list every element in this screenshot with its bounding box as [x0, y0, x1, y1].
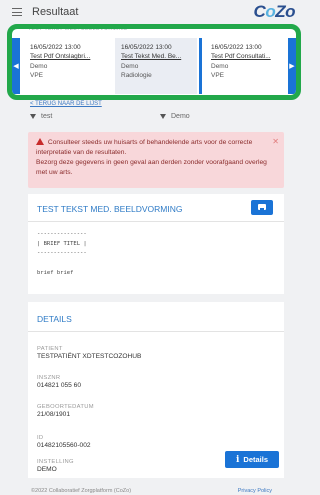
card-type: VPE [211, 72, 225, 80]
logo-text-left: C [253, 2, 266, 21]
field-value: 014821 055 60 [37, 382, 82, 389]
filter-chip[interactable]: Demo [160, 113, 190, 120]
field-label: INSZNR [37, 375, 61, 381]
close-icon[interactable]: ✕ [272, 136, 279, 148]
detail-field-insznr: INSZNR 014821 055 60 [37, 375, 81, 389]
field-value: DEMO [37, 466, 57, 473]
divider [28, 331, 284, 332]
field-value: 21/08/1901 [37, 411, 71, 418]
filter-bar: test Demo [30, 113, 280, 125]
alert-text-2: Bezorg deze gegevens in geen geval aan d… [36, 159, 267, 177]
filter-label: test [41, 113, 53, 120]
footer-copyright: ©2022 Collaboratief Zorgplatform (CoZo) [31, 488, 132, 494]
privacy-policy-link[interactable]: Privacy Policy [238, 488, 272, 494]
document-carousel: TEST TEKST MED. BEELDVORMING ◀ 16/05/202… [7, 24, 301, 100]
carousel-card[interactable]: 16/05/2022 13:00 Test Pdf Consultati... … [205, 38, 287, 94]
hamburger-menu-icon[interactable] [12, 8, 22, 16]
detail-field-birthdate: GEBOORTEDATUM 21/08/1901 [37, 404, 94, 418]
card-name: Test Tekst Med. Be... [121, 53, 182, 61]
card-org: Demo [30, 62, 48, 70]
carousel-card-selected[interactable]: 16/05/2022 13:00 Test Tekst Med. Be... D… [115, 38, 197, 94]
details-button[interactable]: i Details [225, 451, 279, 468]
chevron-left-icon: ◀ [13, 63, 19, 70]
field-label: PATIENT [37, 346, 63, 352]
carousel-prev-button[interactable]: ◀ [12, 38, 20, 94]
document-panel: TEST TEKST MED. BEELDVORMING -----------… [28, 194, 284, 294]
divider [28, 221, 284, 222]
card-name: Test Pdf Ontslagbri... [30, 53, 91, 61]
warning-alert: Consulteer steeds uw huisarts of behande… [28, 132, 284, 188]
filter-icon [160, 114, 166, 119]
field-label: ID [37, 435, 44, 441]
card-type: VPE [30, 72, 44, 80]
card-name: Test Pdf Consultati... [211, 53, 271, 61]
card-date: 16/05/2022 13:00 [211, 44, 262, 51]
alert-text-1: Consulteer steeds uw huisarts of behande… [36, 139, 253, 157]
logo-text-right: Zo [275, 2, 295, 21]
document-title: TEST TEKST MED. BEELDVORMING [37, 204, 183, 214]
details-title: DETAILS [37, 314, 72, 324]
logo-text-o: o [265, 2, 276, 21]
detail-field-patient: PATIENT TESTPATIËNT XDTESTCOZOHUB [37, 346, 141, 360]
print-button[interactable] [251, 200, 273, 215]
card-org: Demo [211, 62, 229, 70]
filter-chip[interactable]: test [30, 113, 52, 120]
page-title: Resultaat [32, 6, 79, 18]
card-date: 16/05/2022 13:00 [121, 44, 172, 51]
card-org: Demo [121, 62, 139, 70]
filter-icon [30, 114, 36, 119]
carousel-card[interactable]: 16/05/2022 13:00 Test Pdf Ontslagbri... … [24, 38, 106, 94]
card-type: Radiologie [121, 72, 152, 80]
carousel-next-button[interactable]: ▶ [288, 38, 296, 94]
field-value: 01482105560-002 [37, 442, 91, 449]
detail-field-instelling: INSTELLING DEMO [37, 459, 74, 473]
detail-field-id: ID 01482105560-002 [37, 435, 91, 449]
document-body: --------------- | BRIEF TITEL | --------… [37, 231, 87, 276]
footer: ©2022 Collaboratief Zorgplatform (CoZo) … [0, 486, 307, 495]
chevron-right-icon: ▶ [289, 63, 295, 70]
field-label: GEBOORTEDATUM [37, 404, 94, 410]
carousel-heading: TEST TEKST MED. BEELDVORMING [28, 26, 128, 32]
field-label: INSTELLING [37, 459, 74, 465]
selected-card-marker [199, 38, 202, 94]
cozo-logo[interactable]: CoZo [253, 2, 296, 22]
filter-label: Demo [171, 113, 190, 120]
field-value: TESTPATIËNT XDTESTCOZOHUB [37, 353, 142, 360]
back-to-list-link[interactable]: < TERUG NAAR DE LIJST [30, 101, 102, 107]
info-icon: i [235, 454, 240, 465]
warning-icon [36, 138, 44, 145]
details-button-label: Details [243, 455, 269, 464]
card-date: 16/05/2022 13:00 [30, 44, 81, 51]
